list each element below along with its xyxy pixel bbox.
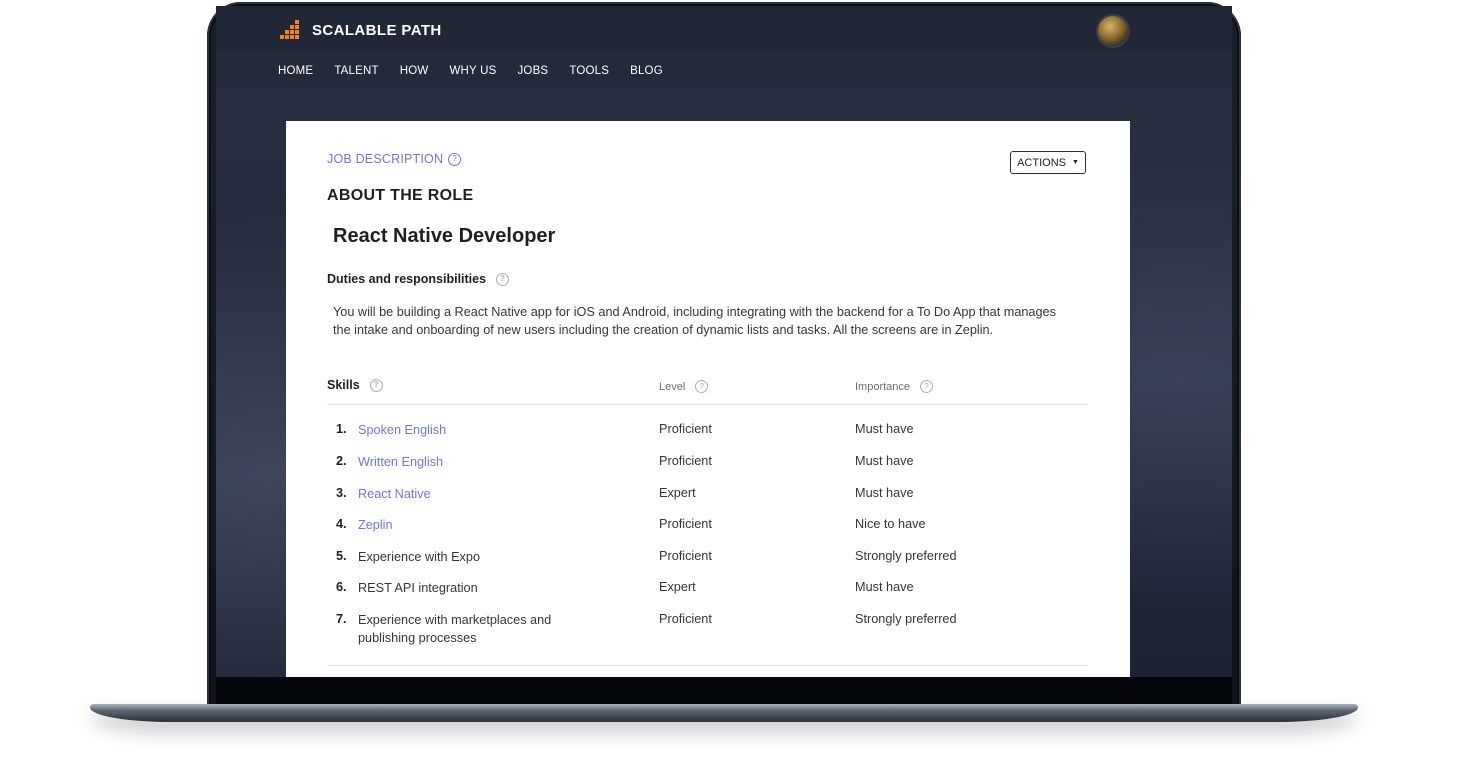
help-icon[interactable]: ? xyxy=(920,380,934,393)
site-header: SCALABLE PATH xyxy=(216,6,1232,54)
skill-level: Proficient xyxy=(659,549,712,563)
skill-name-link[interactable]: Spoken English xyxy=(358,422,598,440)
nav-item-why-us[interactable]: WHY US xyxy=(449,65,496,77)
level-header-text: Level xyxy=(659,380,686,393)
actions-label: ACTIONS xyxy=(1017,156,1066,169)
caret-down-icon: ▼ xyxy=(1071,159,1079,166)
nav-item-how[interactable]: HOW xyxy=(400,65,429,77)
skill-number: 3. xyxy=(336,486,347,500)
skill-level: Proficient xyxy=(659,517,712,531)
user-avatar[interactable] xyxy=(1098,16,1128,46)
help-icon[interactable]: ? xyxy=(496,272,510,286)
skill-name: REST API integration xyxy=(358,581,478,595)
job-description-card: JOB DESCRIPTION ? ACTIONS ▼ ABOUT THE RO… xyxy=(286,121,1130,677)
skills-table-divider xyxy=(327,665,1088,666)
skill-number: 4. xyxy=(336,517,347,531)
skill-name-link[interactable]: React Native xyxy=(358,486,598,504)
skill-importance: Must have xyxy=(855,454,914,468)
duties-label: Duties and responsibilities ? xyxy=(327,272,510,286)
skill-level: Proficient xyxy=(659,612,712,626)
actions-dropdown-button[interactable]: ACTIONS ▼ xyxy=(1010,151,1086,174)
skill-importance: Strongly preferred xyxy=(855,612,957,626)
nav-item-jobs[interactable]: JOBS xyxy=(517,65,548,77)
skill-name-link[interactable]: Zeplin xyxy=(358,517,598,535)
skill-name-link[interactable]: Written English xyxy=(358,454,598,472)
browser-screen: SCALABLE PATH HOME TALENT HOW WHY US JOB… xyxy=(216,6,1232,677)
screen-bottom-bezel xyxy=(216,677,1232,704)
skill-importance: Nice to have xyxy=(855,517,926,531)
importance-column-header: Importance ? xyxy=(855,380,934,393)
brand-name: SCALABLE PATH xyxy=(312,21,442,39)
skill-number: 1. xyxy=(336,422,347,436)
nav-item-tools[interactable]: TOOLS xyxy=(569,65,609,77)
skill-importance: Must have xyxy=(855,486,914,500)
job-description-label: JOB DESCRIPTION ? xyxy=(327,152,462,166)
skill-level: Expert xyxy=(659,486,696,500)
main-nav: HOME TALENT HOW WHY US JOBS TOOLS BLOG xyxy=(216,54,1232,87)
skill-name: Experience with Expo xyxy=(358,550,481,564)
skill-name: Experience with marketplaces and publish… xyxy=(358,613,552,645)
importance-header-text: Importance xyxy=(855,380,911,393)
skills-table-header: Skills ? Level ? Importance ? xyxy=(327,378,1088,405)
skills-column-header: Skills ? xyxy=(327,378,383,392)
scalable-path-logo-icon xyxy=(280,20,299,39)
skill-level: Proficient xyxy=(659,454,712,468)
help-icon[interactable]: ? xyxy=(695,380,709,393)
duties-label-text: Duties and responsibilities xyxy=(327,272,487,286)
skill-number: 7. xyxy=(336,612,347,626)
help-icon[interactable]: ? xyxy=(369,378,383,392)
brand[interactable]: SCALABLE PATH xyxy=(278,18,442,42)
help-icon[interactable]: ? xyxy=(448,152,462,166)
laptop-base xyxy=(90,704,1358,722)
skill-importance: Must have xyxy=(855,580,914,594)
nav-item-talent[interactable]: TALENT xyxy=(334,65,378,77)
skill-number: 2. xyxy=(336,454,347,468)
job-description-label-text: JOB DESCRIPTION xyxy=(327,152,444,166)
skill-number: 6. xyxy=(336,580,347,594)
about-heading: ABOUT THE ROLE xyxy=(327,187,474,204)
nav-item-blog[interactable]: BLOG xyxy=(630,65,663,77)
level-column-header: Level ? xyxy=(659,380,709,393)
skill-level: Expert xyxy=(659,580,696,594)
nav-item-home[interactable]: HOME xyxy=(278,65,313,77)
skills-header-text: Skills xyxy=(327,378,360,392)
skill-importance: Strongly preferred xyxy=(855,549,957,563)
skill-number: 5. xyxy=(336,549,347,563)
skill-level: Proficient xyxy=(659,422,712,436)
job-title: React Native Developer xyxy=(333,225,556,247)
skill-importance: Must have xyxy=(855,422,914,436)
duties-description: You will be building a React Native app … xyxy=(333,305,1056,337)
laptop-mockup: SCALABLE PATH HOME TALENT HOW WHY US JOB… xyxy=(0,0,1460,776)
